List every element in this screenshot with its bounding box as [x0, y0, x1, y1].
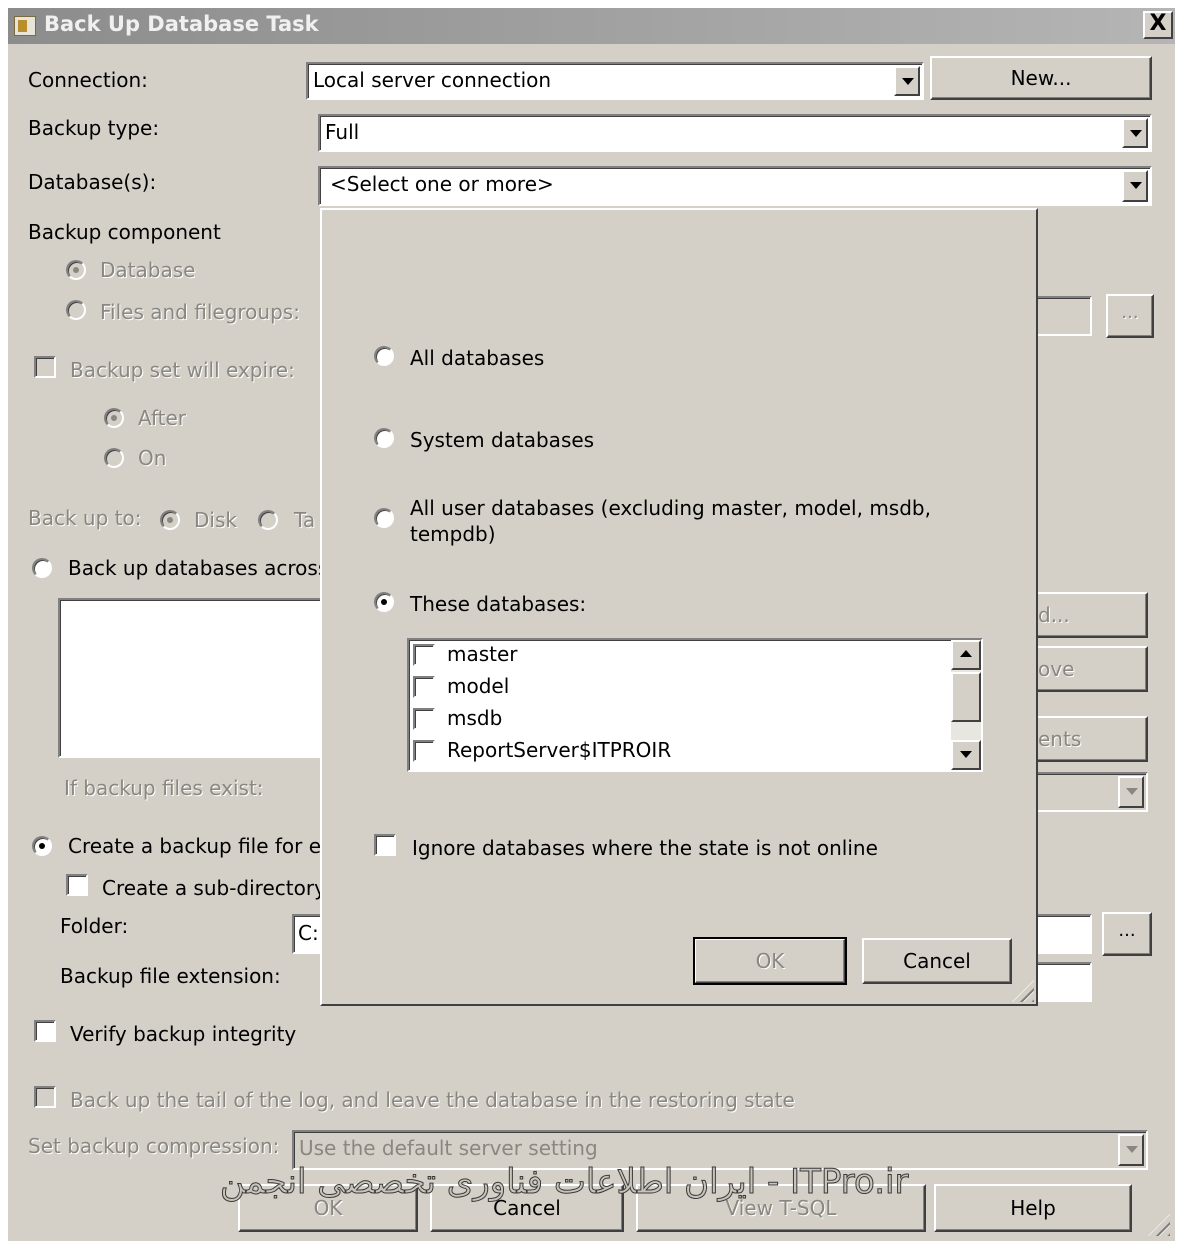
database-name: master: [447, 642, 518, 666]
all-databases-radio[interactable]: [374, 346, 394, 366]
tail-log-checkbox[interactable]: [34, 1086, 56, 1108]
compression-label: Set backup compression:: [28, 1134, 280, 1158]
files-filegroups-label: Files and filegroups:: [100, 300, 300, 324]
list-item[interactable]: master: [411, 640, 943, 672]
chevron-down-icon[interactable]: [894, 66, 920, 96]
popup-cancel-button[interactable]: Cancel: [862, 938, 1012, 984]
these-databases-radio[interactable]: [374, 592, 394, 612]
files-browse-button[interactable]: ...: [1106, 294, 1154, 338]
databases-label: Database(s):: [28, 170, 157, 194]
folder-value: C:: [298, 921, 319, 945]
backup-type-value: Full: [325, 120, 360, 144]
these-databases-label: These databases:: [410, 592, 587, 616]
destination-list[interactable]: [58, 598, 328, 758]
database-checkbox[interactable]: [413, 676, 435, 698]
database-selector-popup: All databases System databases All user …: [320, 208, 1038, 1006]
chevron-down-icon[interactable]: [1122, 118, 1148, 148]
backup-type-label: Backup type:: [28, 116, 160, 140]
chevron-down-icon[interactable]: [1118, 776, 1144, 808]
list-item[interactable]: msdb: [411, 704, 943, 736]
folder-browse-button[interactable]: ...: [1102, 912, 1152, 956]
system-databases-radio[interactable]: [374, 428, 394, 448]
ignore-offline-label: Ignore databases where the state is not …: [412, 836, 878, 860]
files-filegroups-radio[interactable]: [66, 300, 86, 320]
backup-type-combo[interactable]: Full: [318, 114, 1152, 152]
connection-combo[interactable]: Local server connection: [306, 62, 924, 100]
chevron-down-icon[interactable]: [1122, 170, 1148, 202]
database-checkbox[interactable]: [413, 644, 435, 666]
scroll-up-icon[interactable]: [951, 640, 981, 670]
expire-label: Backup set will expire:: [70, 358, 295, 382]
databases-listbox[interactable]: master model msdb ReportServer$ITPROIR: [407, 638, 983, 772]
database-radio[interactable]: [66, 260, 86, 280]
all-databases-label: All databases: [410, 346, 545, 370]
compression-value: Use the default server setting: [299, 1136, 598, 1160]
popup-ok-button[interactable]: OK: [693, 937, 847, 985]
backup-across-radio[interactable]: [32, 558, 52, 578]
extension-label: Backup file extension:: [60, 964, 281, 988]
system-databases-label: System databases: [410, 428, 595, 452]
scroll-down-icon[interactable]: [951, 740, 981, 770]
ignore-offline-checkbox[interactable]: [374, 834, 396, 856]
scroll-thumb[interactable]: [951, 672, 981, 722]
close-button[interactable]: X: [1143, 11, 1173, 39]
database-checkbox[interactable]: [413, 740, 435, 762]
create-file-radio[interactable]: [32, 836, 52, 856]
subdirectory-label: Create a sub-directory: [102, 876, 326, 900]
backup-across-label: Back up databases across: [68, 556, 329, 580]
create-file-label: Create a backup file for e: [68, 834, 322, 858]
all-user-databases-radio[interactable]: [374, 508, 394, 528]
database-name: msdb: [447, 706, 503, 730]
contents-button[interactable]: ents: [1032, 716, 1148, 762]
verify-label: Verify backup integrity: [70, 1022, 297, 1046]
popup-resize-grip-icon[interactable]: [1012, 980, 1034, 1002]
folder-label: Folder:: [60, 914, 129, 938]
database-name: ReportServer$ITPROIR: [447, 738, 672, 762]
if-exist-label: If backup files exist:: [64, 776, 264, 800]
databases-value: <Select one or more>: [330, 172, 554, 196]
connection-label: Connection:: [28, 68, 148, 92]
add-destination-button[interactable]: d...: [1032, 592, 1148, 638]
database-checkbox[interactable]: [413, 708, 435, 730]
backup-task-window: Back Up Database Task X Connection: Loca…: [8, 8, 1175, 1241]
all-user-databases-label-line2: tempdb): [410, 522, 496, 546]
title-bar[interactable]: Back Up Database Task X: [8, 8, 1175, 44]
tape-radio[interactable]: [258, 510, 278, 530]
window-title: Back Up Database Task: [44, 12, 319, 36]
watermark: ایران اطلاعات فناوری تخصصی انجمن - ITPro…: [219, 1162, 909, 1203]
backup-component-label: Backup component: [28, 220, 221, 244]
extension-input[interactable]: [1032, 962, 1092, 1002]
subdirectory-checkbox[interactable]: [66, 874, 88, 896]
help-button[interactable]: Help: [934, 1184, 1132, 1232]
on-label: On: [138, 446, 167, 470]
disk-radio[interactable]: [160, 510, 180, 530]
backup-to-label: Back up to:: [28, 506, 142, 530]
database-name: model: [447, 674, 510, 698]
after-label: After: [138, 406, 187, 430]
list-item[interactable]: ReportServer$ITPROIR: [411, 736, 943, 768]
resize-grip-icon[interactable]: [1148, 1214, 1170, 1236]
expire-checkbox[interactable]: [34, 356, 56, 378]
listbox-scrollbar[interactable]: [951, 640, 981, 770]
new-connection-button[interactable]: New...: [930, 56, 1152, 100]
remove-destination-button[interactable]: ove: [1032, 646, 1148, 692]
if-exist-combo[interactable]: [1032, 772, 1148, 812]
verify-checkbox[interactable]: [34, 1020, 56, 1042]
tape-label: Ta: [294, 508, 316, 532]
list-item[interactable]: model: [411, 672, 943, 704]
databases-combo[interactable]: <Select one or more>: [318, 166, 1152, 206]
database-radio-label: Database: [100, 258, 196, 282]
connection-value: Local server connection: [313, 68, 552, 92]
all-user-databases-label-line1: All user databases (excluding master, mo…: [410, 496, 931, 520]
task-icon: [14, 16, 36, 36]
after-radio[interactable]: [104, 408, 124, 428]
on-radio[interactable]: [104, 448, 124, 468]
tail-log-label: Back up the tail of the log, and leave t…: [70, 1088, 795, 1112]
chevron-down-icon[interactable]: [1118, 1134, 1144, 1166]
disk-label: Disk: [194, 508, 237, 532]
